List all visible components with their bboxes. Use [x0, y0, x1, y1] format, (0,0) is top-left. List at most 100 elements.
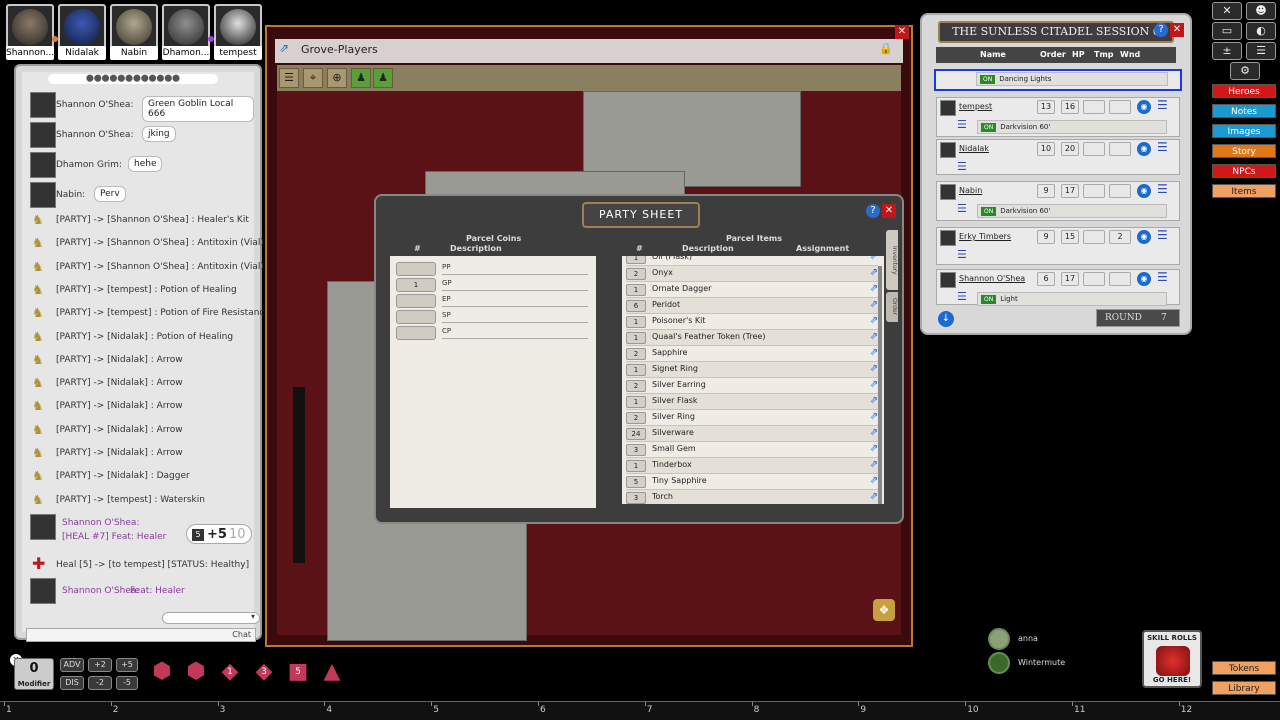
combatant-name[interactable]: Erky Timbers — [959, 232, 1011, 241]
hotkey-slot-number[interactable]: 1 — [6, 705, 12, 715]
palette-icon[interactable]: ◐ — [1246, 22, 1276, 40]
visibility-icon[interactable]: ◉ — [1137, 272, 1151, 286]
item-count[interactable]: 1 — [626, 256, 646, 264]
item-count[interactable]: 1 — [626, 364, 646, 376]
item-count[interactable]: 6 — [626, 300, 646, 312]
users-icon[interactable]: ☻ — [1246, 2, 1276, 20]
d12-icon[interactable]: ⬢ — [182, 658, 210, 686]
share-map-icon[interactable]: ❖ — [873, 599, 895, 621]
combatant-order-field[interactable]: 9 — [1037, 184, 1055, 198]
combatant-wnd-field[interactable]: 2 — [1109, 230, 1131, 244]
effect-row[interactable]: ON Light — [977, 292, 1167, 306]
combatant-tmp-field[interactable] — [1083, 142, 1105, 156]
sidebar-item-items[interactable]: Items — [1212, 184, 1276, 198]
hotkey-slot-number[interactable]: 8 — [754, 705, 760, 715]
gear-icon[interactable]: ⚙ — [1230, 62, 1260, 80]
combatant-name[interactable]: Shannon O'Shea — [959, 274, 1025, 283]
coin-count-field[interactable] — [396, 310, 436, 324]
item-count[interactable]: 1 — [626, 396, 646, 408]
item-row[interactable]: 3 Small Gem ⇗ — [626, 442, 878, 458]
menu-icon[interactable]: ☰ — [1157, 228, 1168, 242]
open-link-icon[interactable]: ⇗ — [870, 427, 878, 438]
layers-icon[interactable]: ☰ — [279, 68, 299, 88]
combatant-hp-field[interactable]: 17 — [1061, 184, 1079, 198]
item-row[interactable]: 2 Onyx ⇗ — [626, 266, 878, 282]
combatant-row[interactable]: tempest 13 16 ◉ ☰ ☰ ON Darkvision 60' — [936, 97, 1180, 137]
combatant-hp-field[interactable]: 15 — [1061, 230, 1079, 244]
portrait-dhamon[interactable]: Dhamon... — [162, 4, 214, 60]
target-icon[interactable]: ⌖ — [303, 68, 323, 88]
combatant-wnd-field[interactable] — [1109, 272, 1131, 286]
items-scrollbar[interactable] — [878, 266, 882, 504]
visibility-icon[interactable]: ◉ — [1137, 230, 1151, 244]
hotkey-slot-number[interactable]: 11 — [1074, 705, 1085, 715]
combatant-row[interactable]: Erky Timbers 9 15 2 ◉ ☰ ☰ — [936, 227, 1180, 265]
effects-menu-icon[interactable]: ☰ — [957, 118, 967, 131]
combatant-order-field[interactable]: 10 — [1037, 142, 1055, 156]
item-count[interactable]: 3 — [626, 492, 646, 504]
open-link-icon[interactable]: ⇗ — [870, 459, 878, 470]
open-link-icon[interactable]: ⇗ — [870, 256, 878, 262]
effect-row[interactable]: ON Darkvision 60' — [977, 120, 1167, 134]
sidebar-item-npcs[interactable]: NPCs — [1212, 164, 1276, 178]
open-link-icon[interactable]: ⇗ — [870, 411, 878, 422]
portrait-shannon[interactable]: Shannon... — [6, 4, 58, 60]
user-avatar-wintermute[interactable] — [988, 652, 1010, 674]
hotkey-bar[interactable]: 1 2 3 4 5 6 7 8 9 10 11 12 — [0, 701, 1280, 720]
combatant-row[interactable]: Nidalak 10 20 ◉ ☰ ☰ — [936, 139, 1180, 175]
combatant-name[interactable]: Nabin — [959, 186, 982, 195]
open-link-icon[interactable]: ⇗ — [870, 299, 878, 310]
close-icon[interactable]: ✕ — [882, 204, 896, 218]
combatant-tmp-field[interactable] — [1083, 272, 1105, 286]
hotkey-slot-number[interactable]: 6 — [540, 705, 546, 715]
combatant-wnd-field[interactable] — [1109, 184, 1131, 198]
open-link-icon[interactable]: ⇗ — [870, 443, 878, 454]
item-row[interactable]: 1 Signet Ring ⇗ — [626, 362, 878, 378]
plus-minus-icon[interactable]: ± — [1212, 42, 1242, 60]
dice-history-strip[interactable]: ⬤⬤⬤⬤⬤⬤⬤⬤⬤⬤⬤⬤ — [48, 74, 218, 84]
chat-log[interactable]: ⬤⬤⬤⬤⬤⬤⬤⬤⬤⬤⬤⬤ Shannon O'Shea: Green Gobli… — [22, 72, 270, 642]
combatant-hp-field[interactable]: 16 — [1061, 100, 1079, 114]
combatant-hp-field[interactable]: 20 — [1061, 142, 1079, 156]
item-count[interactable]: 3 — [626, 444, 646, 456]
item-count[interactable]: 2 — [626, 380, 646, 392]
tab-inventory[interactable]: Inventory — [886, 230, 898, 290]
hotkey-slot-number[interactable]: 2 — [113, 705, 119, 715]
d6-icon[interactable]: ■ 5 — [284, 658, 312, 686]
open-link-icon[interactable]: ⇗ — [870, 395, 878, 406]
skill-rolls-box[interactable]: SKILL ROLLS GO HERE! — [1142, 630, 1202, 688]
visibility-icon[interactable]: ◉ — [1137, 142, 1151, 156]
d20-icon[interactable]: ⬢ — [148, 658, 176, 686]
close-icon[interactable]: ✕ — [895, 25, 909, 39]
coin-count-field[interactable] — [396, 294, 436, 308]
effects-menu-icon[interactable]: ☰ — [957, 202, 967, 215]
add-token-icon[interactable]: ♟ — [351, 68, 371, 88]
combatant-wnd-field[interactable] — [1109, 142, 1131, 156]
effects-menu-icon[interactable]: ☰ — [957, 290, 967, 303]
arrow-down-icon[interactable]: ↓ — [938, 311, 954, 327]
item-count[interactable]: 24 — [626, 428, 646, 440]
open-link-icon[interactable]: ⇗ — [870, 475, 878, 486]
effects-menu-icon[interactable]: ☰ — [957, 160, 967, 173]
portrait-nabin[interactable]: Nabin — [110, 4, 158, 60]
tab-order[interactable]: Order — [886, 292, 898, 322]
round-value[interactable]: 7 — [1161, 310, 1167, 326]
item-row[interactable]: 1 Tinderbox ⇗ — [626, 458, 878, 474]
item-row[interactable]: 2 Silver Ring ⇗ — [626, 410, 878, 426]
remove-token-icon[interactable]: ♟ — [373, 68, 393, 88]
open-link-icon[interactable]: ⇗ — [870, 379, 878, 390]
coin-count-field[interactable] — [396, 262, 436, 276]
help-icon[interactable]: ? — [1154, 23, 1168, 37]
lock-icon[interactable]: 🔒 — [879, 42, 893, 55]
item-row[interactable]: 1 Silver Flask ⇗ — [626, 394, 878, 410]
combatant-tmp-field[interactable] — [1083, 100, 1105, 114]
combatant-hp-field[interactable]: 17 — [1061, 272, 1079, 286]
hotkey-slot-number[interactable]: 10 — [967, 705, 978, 715]
portrait-tempest[interactable]: tempest — [214, 4, 262, 60]
item-count[interactable]: 5 — [626, 476, 646, 488]
item-row[interactable]: 2 Sapphire ⇗ — [626, 346, 878, 362]
open-link-icon[interactable]: ⇗ — [870, 315, 878, 326]
effect-dancing-lights[interactable]: ON Dancing Lights — [976, 72, 1168, 86]
sidebar-item-heroes[interactable]: Heroes — [1212, 84, 1276, 98]
open-link-icon[interactable]: ⇗ — [870, 491, 878, 502]
